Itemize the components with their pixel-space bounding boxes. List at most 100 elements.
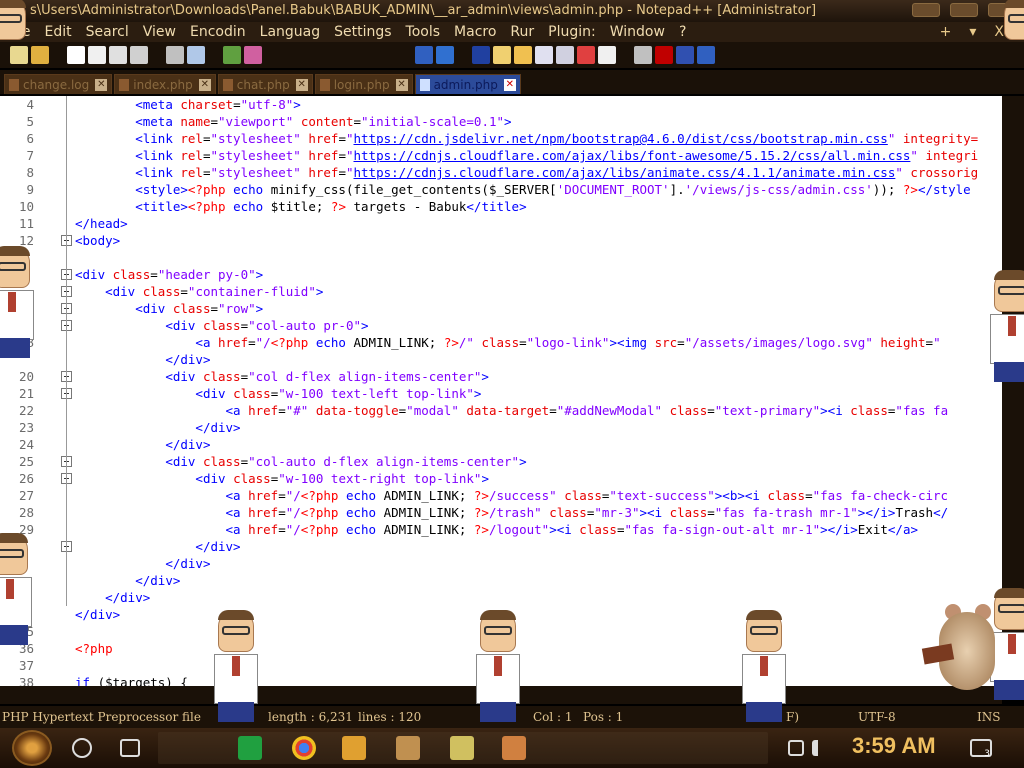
tab-close-icon[interactable]: ✕ [503, 78, 516, 91]
code-line[interactable]: </div> [75, 555, 1002, 572]
code-token: echo [345, 488, 384, 503]
code-line[interactable]: <div class="container-fluid"> [75, 283, 1002, 300]
network-icon[interactable] [788, 740, 804, 756]
menu-window[interactable]: Window [610, 24, 665, 40]
code-token: "fas fa-sign-out-alt mr-1" [624, 522, 821, 537]
cortana-icon[interactable] [72, 738, 92, 758]
word-wrap-icon[interactable] [415, 46, 433, 64]
code-line[interactable]: <style><?php echo minify_css(file_get_co… [75, 181, 1002, 198]
menu-encoding[interactable]: Encodin [190, 24, 246, 40]
code-line[interactable]: <a href="/<?php echo ADMIN_LINK; ?>/succ… [75, 487, 1002, 504]
folder-workspace-icon[interactable] [556, 46, 574, 64]
code-line[interactable]: </div> [75, 351, 1002, 368]
code-line[interactable]: <title><?php echo $title; ?> targets - B… [75, 198, 1002, 215]
menu-plugins[interactable]: Plugin: [548, 24, 596, 40]
task-view-icon[interactable] [120, 739, 140, 757]
function-list-icon[interactable] [535, 46, 553, 64]
doc-map-icon[interactable] [514, 46, 532, 64]
volume-muted-icon[interactable] [812, 740, 828, 756]
code-editor[interactable]: 4567891011128202122232425262728293536373… [0, 96, 1002, 686]
macro-record-icon[interactable] [634, 46, 652, 64]
tab-close-icon[interactable]: ✕ [95, 78, 108, 91]
chrome-app-icon[interactable] [292, 736, 316, 760]
start-button[interactable] [12, 730, 52, 766]
code-line[interactable]: <a href="/<?php echo ADMIN_LINK; ?>/" cl… [75, 334, 1002, 351]
menu-run[interactable]: Rur [510, 24, 534, 40]
code-line[interactable]: <div class="col-auto pr-0"> [75, 317, 1002, 334]
save-all-icon[interactable] [88, 46, 106, 64]
code-token: ADMIN_LINK; [383, 522, 474, 537]
code-line[interactable]: <a href="/<?php echo ADMIN_LINK; ?>/logo… [75, 521, 1002, 538]
sheets-app-icon[interactable] [238, 736, 262, 760]
code-line[interactable]: <div class="col d-flex align-items-cente… [75, 368, 1002, 385]
notepadpp-app-icon[interactable] [450, 736, 474, 760]
clock[interactable]: 3:59 AM [852, 733, 936, 759]
tab-admin-php[interactable]: admin.php ✕ [414, 74, 521, 94]
tab-login-php[interactable]: login.php ✕ [314, 74, 413, 94]
find-icon[interactable] [223, 46, 241, 64]
menu-view[interactable]: View [143, 24, 176, 40]
udl-icon[interactable] [493, 46, 511, 64]
copy-icon[interactable] [187, 46, 205, 64]
menu-help[interactable]: ? [679, 24, 686, 40]
tab-close-icon[interactable]: ✕ [295, 78, 308, 91]
folder-app-icon[interactable] [502, 736, 526, 760]
menu-macro[interactable]: Macro [454, 24, 496, 40]
code-line[interactable]: <div class="col-auto d-flex align-items-… [75, 453, 1002, 470]
eye-icon[interactable] [598, 46, 616, 64]
monitoring-icon[interactable] [577, 46, 595, 64]
replace-icon[interactable] [244, 46, 262, 64]
show-all-chars-icon[interactable] [436, 46, 454, 64]
new-file-icon[interactable] [10, 46, 28, 64]
code-line[interactable]: <body> [75, 232, 1002, 249]
open-file-icon[interactable] [31, 46, 49, 64]
tab-index-php[interactable]: index.php ✕ [114, 74, 216, 94]
tab-chat-php[interactable]: chat.php ✕ [217, 74, 313, 94]
code-line[interactable]: </div> [75, 589, 1002, 606]
file-explorer-icon[interactable] [342, 736, 366, 760]
close-file-icon[interactable] [109, 46, 127, 64]
macro-run-multiple-icon[interactable] [697, 46, 715, 64]
image-app-icon[interactable] [396, 736, 420, 760]
minimize-button[interactable] [912, 3, 940, 17]
indent-guide-icon[interactable] [472, 46, 490, 64]
tab-change-log[interactable]: change.log ✕ [4, 74, 113, 94]
new-tab-plus-icon[interactable]: + [940, 24, 952, 40]
menu-settings[interactable]: Settings [334, 24, 391, 40]
code-line[interactable]: <link rel="stylesheet" href="https://cdn… [75, 164, 1002, 181]
menu-tools[interactable]: Tools [406, 24, 441, 40]
code-line[interactable]: </div> [75, 538, 1002, 555]
code-line[interactable] [75, 249, 1002, 266]
code-line[interactable]: <div class="header py-0"> [75, 266, 1002, 283]
notification-center-icon[interactable]: 3 [970, 739, 992, 759]
code-token: <div [75, 267, 113, 282]
code-line[interactable]: <div class="w-100 text-right top-link"> [75, 470, 1002, 487]
code-line[interactable]: <meta charset="utf-8"> [75, 96, 1002, 113]
code-line[interactable]: <a href="/<?php echo ADMIN_LINK; ?>/tras… [75, 504, 1002, 521]
print-icon[interactable] [130, 46, 148, 64]
save-icon[interactable] [67, 46, 85, 64]
menu-language[interactable]: Languag [260, 24, 320, 40]
code-lines[interactable]: <meta charset="utf-8"> <meta name="viewp… [75, 96, 1002, 686]
status-insert-mode: INS [977, 710, 1001, 724]
code-line[interactable]: </head> [75, 215, 1002, 232]
code-line[interactable]: <div class="row"> [75, 300, 1002, 317]
code-line[interactable]: <div class="w-100 text-left top-link"> [75, 385, 1002, 402]
menu-edit[interactable]: Edit [45, 24, 72, 40]
maximize-button[interactable] [950, 3, 978, 17]
macro-play-icon[interactable] [676, 46, 694, 64]
code-line[interactable]: </div> [75, 419, 1002, 436]
code-line[interactable]: </div> [75, 436, 1002, 453]
tab-list-arrow-icon[interactable]: ▾ [969, 24, 976, 40]
macro-stop-icon[interactable] [655, 46, 673, 64]
tab-close-icon[interactable]: ✕ [198, 78, 211, 91]
menu-search[interactable]: Searcl [86, 24, 129, 40]
code-line[interactable]: <link rel="stylesheet" href="https://cdn… [75, 130, 1002, 147]
code-line[interactable]: <a href="#" data-toggle="modal" data-tar… [75, 402, 1002, 419]
tab-close-icon[interactable]: ✕ [395, 78, 408, 91]
code-line[interactable]: <meta name="viewport" content="initial-s… [75, 113, 1002, 130]
code-line[interactable]: </div> [75, 572, 1002, 589]
cut-icon[interactable] [166, 46, 184, 64]
code-line[interactable]: <link rel="stylesheet" href="https://cdn… [75, 147, 1002, 164]
